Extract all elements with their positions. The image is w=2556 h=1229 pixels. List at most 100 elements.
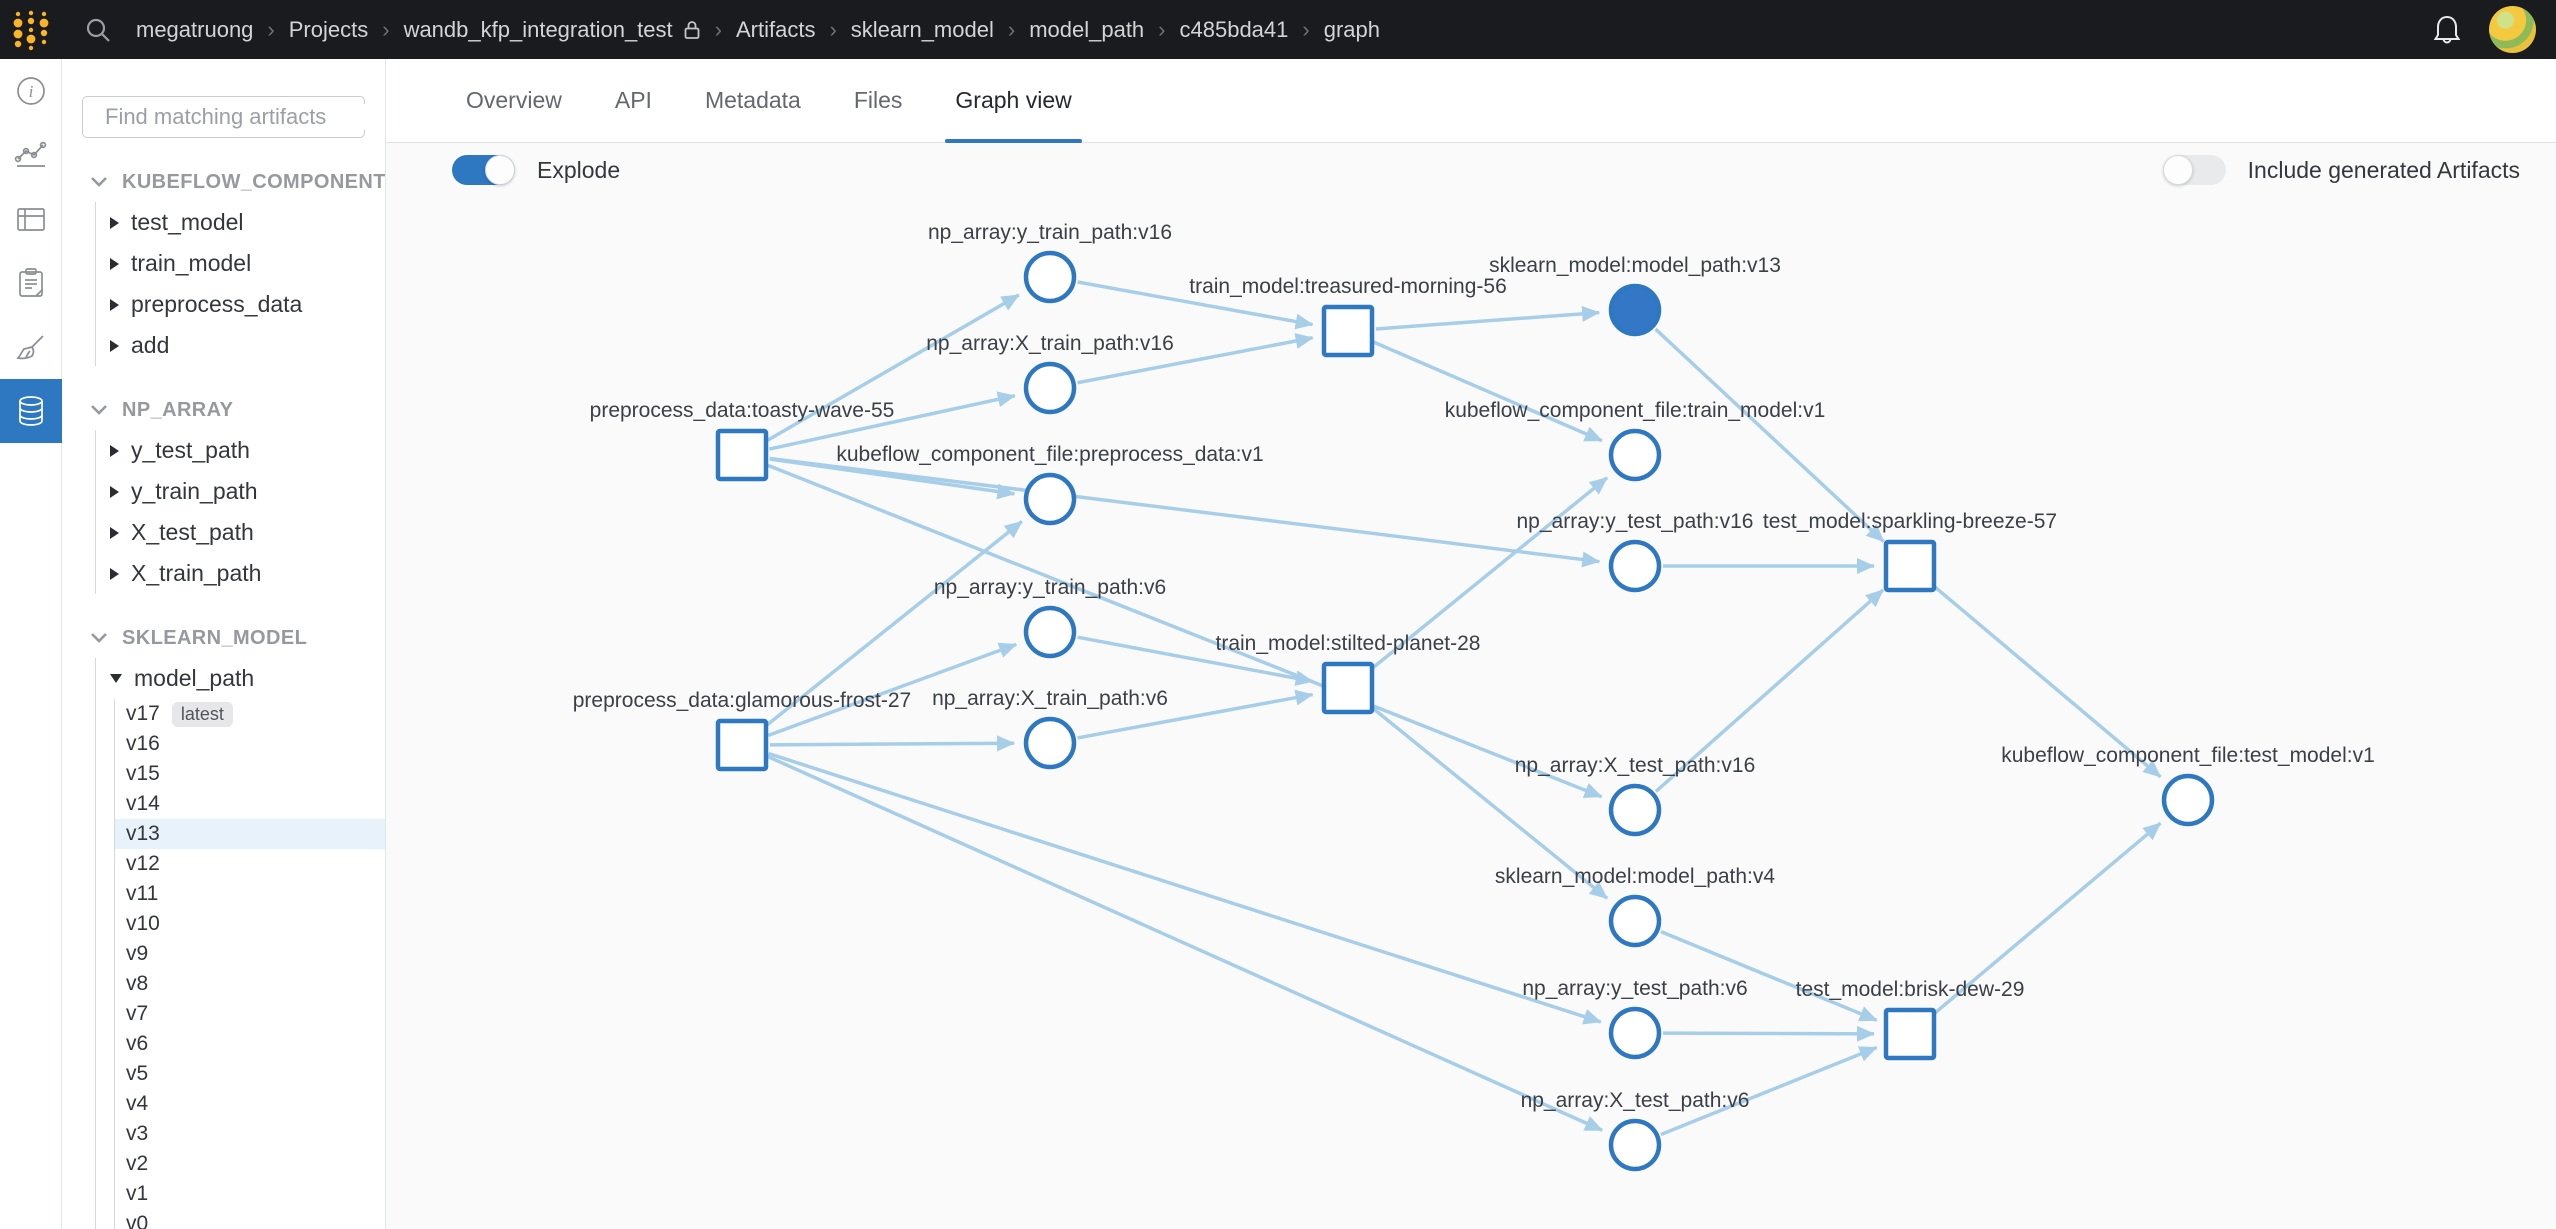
tree-section-header[interactable]: SKLEARN_MODEL <box>62 618 385 658</box>
tree-section-header[interactable]: NP_ARRAY <box>62 390 385 430</box>
version-row-v10[interactable]: v10 <box>115 909 385 939</box>
tree-item-model_path[interactable]: model_path <box>96 658 385 699</box>
tree-item-train_model[interactable]: train_model <box>96 243 385 284</box>
version-row-v17[interactable]: v17latest <box>115 699 385 729</box>
version-row-v3[interactable]: v3 <box>115 1119 385 1149</box>
search-input[interactable] <box>105 104 386 130</box>
graph-node-label: preprocess_data:toasty-wave-55 <box>590 399 895 422</box>
graph-node-b7[interactable] <box>1611 1121 1659 1169</box>
version-row-v0[interactable]: v0 <box>115 1209 385 1229</box>
tree-item-y_train_path[interactable]: y_train_path <box>96 471 385 512</box>
graph-node-p1[interactable] <box>718 431 766 479</box>
triangle-right-icon <box>110 486 119 498</box>
rail-item-reports[interactable] <box>0 251 62 315</box>
artifact-graph: np_array:y_train_path:v16train_model:tre… <box>386 143 2556 1229</box>
tree-item-add[interactable]: add <box>96 325 385 366</box>
version-row-v7[interactable]: v7 <box>115 999 385 1029</box>
version-row-v11[interactable]: v11 <box>115 879 385 909</box>
tree-section-children: y_test_pathy_train_pathX_test_path X_trai… <box>95 430 385 594</box>
graph-edge-p2-a5 <box>770 743 1014 745</box>
graph-node-a4[interactable] <box>1026 608 1074 656</box>
tree-item-test_model[interactable]: test_model <box>96 202 385 243</box>
breadcrumb-item[interactable]: Artifacts <box>736 17 815 43</box>
graph-node-b2[interactable] <box>1611 431 1659 479</box>
graph-node-b1[interactable] <box>1611 286 1659 334</box>
version-row-v12[interactable]: v12 <box>115 849 385 879</box>
chevron-down-icon <box>90 631 108 645</box>
version-row-v13[interactable]: v13 <box>115 819 385 849</box>
graph-node-t2[interactable] <box>1324 664 1372 712</box>
graph-node-b3[interactable] <box>1611 542 1659 590</box>
include-artifacts-toggle[interactable] <box>2163 155 2226 185</box>
breadcrumb-separator: › <box>382 17 389 43</box>
graph-node-e2[interactable] <box>1886 1010 1934 1058</box>
graph-node-b5[interactable] <box>1611 897 1659 945</box>
version-row-v14[interactable]: v14 <box>115 789 385 819</box>
graph-node-label: train_model:stilted-planet-28 <box>1216 632 1481 655</box>
graph-node-a5[interactable] <box>1026 719 1074 767</box>
breadcrumb-item[interactable]: sklearn_model <box>851 17 994 43</box>
graph-node-b4[interactable] <box>1611 786 1659 834</box>
version-row-v15[interactable]: v15 <box>115 759 385 789</box>
rail-item-sweeps[interactable] <box>0 315 62 379</box>
triangle-right-icon <box>110 445 119 457</box>
breadcrumb-item[interactable]: Projects <box>289 17 368 43</box>
wandb-logo[interactable] <box>0 0 62 59</box>
graph-node-c1[interactable] <box>2164 776 2212 824</box>
line-chart-icon <box>14 139 48 171</box>
artifact-search[interactable] <box>82 96 365 138</box>
version-row-v1[interactable]: v1 <box>115 1179 385 1209</box>
tab-metadata[interactable]: Metadata <box>705 59 801 143</box>
breadcrumb-item[interactable]: graph <box>1324 17 1380 43</box>
avatar[interactable] <box>2489 6 2536 53</box>
version-row-v5[interactable]: v5 <box>115 1059 385 1089</box>
tab-api[interactable]: API <box>615 59 652 143</box>
breadcrumb-item[interactable]: c485bda41 <box>1180 17 1289 43</box>
graph-node-t1[interactable] <box>1324 307 1372 355</box>
search-icon[interactable] <box>76 15 120 45</box>
rail-item-charts[interactable] <box>0 123 62 187</box>
breadcrumb-item[interactable]: wandb_kfp_integration_test <box>404 17 701 43</box>
graph-node-label: train_model:treasured-morning-56 <box>1189 275 1507 298</box>
include-artifacts-label: Include generated Artifacts <box>2248 157 2520 184</box>
version-label: v1 <box>126 1182 148 1206</box>
graph-node-a2[interactable] <box>1026 364 1074 412</box>
version-label: v5 <box>126 1062 148 1086</box>
breadcrumb-separator: › <box>715 17 722 43</box>
graph-node-a1[interactable] <box>1026 253 1074 301</box>
tree-item-X_test_path[interactable]: X_test_path <box>96 512 385 553</box>
version-row-v9[interactable]: v9 <box>115 939 385 969</box>
tab-files[interactable]: Files <box>854 59 903 143</box>
rail-item-tables[interactable] <box>0 187 62 251</box>
version-row-v4[interactable]: v4 <box>115 1089 385 1119</box>
include-artifacts-toggle-row: Include generated Artifacts <box>2163 155 2520 185</box>
tree-section-header[interactable]: KUBEFLOW_COMPONENT... <box>62 162 385 202</box>
rail-item-artifacts[interactable] <box>0 379 62 443</box>
version-row-v8[interactable]: v8 <box>115 969 385 999</box>
rail-item-info[interactable]: i <box>0 59 62 123</box>
version-row-v16[interactable]: v16 <box>115 729 385 759</box>
tab-overview[interactable]: Overview <box>466 59 562 143</box>
explode-toggle[interactable] <box>452 155 515 185</box>
tab-graph-view[interactable]: Graph view <box>955 59 1071 143</box>
graph-node-label: np_array:X_test_path:v6 <box>1521 1089 1750 1112</box>
tree-item-preprocess_data[interactable]: preprocess_data <box>96 284 385 325</box>
breadcrumb-item[interactable]: model_path <box>1029 17 1144 43</box>
tree-item-y_test_path[interactable]: y_test_path <box>96 430 385 471</box>
graph-node-p2[interactable] <box>718 721 766 769</box>
explode-toggle-row: Explode <box>452 155 620 185</box>
version-row-v2[interactable]: v2 <box>115 1149 385 1179</box>
graph-node-a3[interactable] <box>1026 475 1074 523</box>
graph-node-label: test_model:sparkling-breeze-57 <box>1763 510 2057 533</box>
breadcrumb-item[interactable]: megatruong <box>136 17 253 43</box>
version-row-v6[interactable]: v6 <box>115 1029 385 1059</box>
version-label: v17 <box>126 702 160 726</box>
graph-node-e1[interactable] <box>1886 542 1934 590</box>
tab-bar: Overview API Metadata Files Graph view <box>386 59 2556 143</box>
tree-item-label: X_train_path <box>131 560 261 587</box>
tree-item-X_train_path[interactable]: X_train_path <box>96 553 385 594</box>
bell-icon[interactable] <box>2431 13 2463 47</box>
tree-section-label: SKLEARN_MODEL <box>122 627 307 650</box>
graph-edge-t1-b2 <box>1374 342 1602 441</box>
graph-node-b6[interactable] <box>1611 1009 1659 1057</box>
